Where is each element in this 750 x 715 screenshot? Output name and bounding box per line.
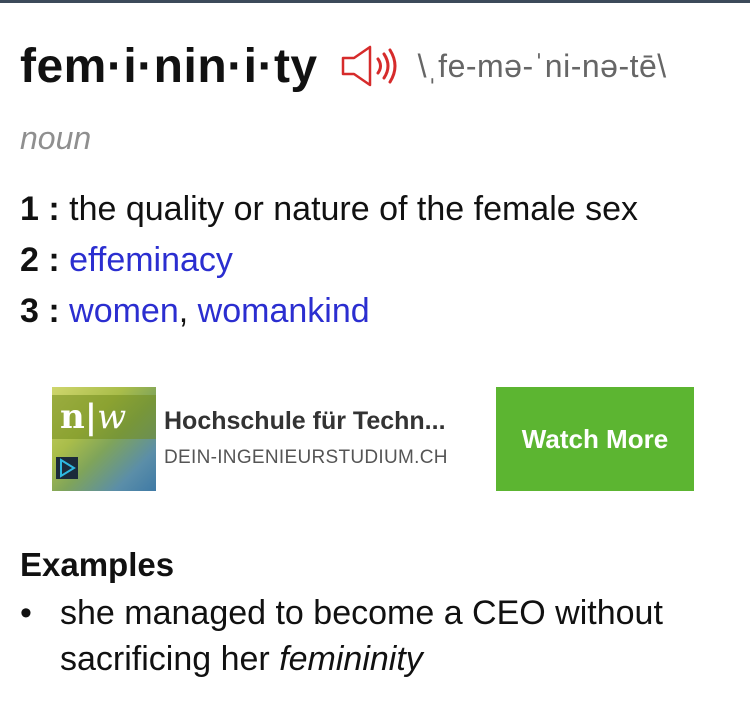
- link-women[interactable]: women: [69, 292, 179, 330]
- definition-number: 3: [20, 292, 39, 330]
- ad-logo-text: n|w: [60, 397, 126, 437]
- definition-2: 2 : effeminacy: [20, 235, 638, 286]
- speaker-icon[interactable]: [340, 44, 400, 88]
- definition-number: 1: [20, 190, 39, 228]
- definition-comma: ,: [178, 292, 198, 330]
- ad-title[interactable]: Hochschule für Techn...: [164, 407, 494, 436]
- definition-list: 1 : the quality or nature of the female …: [20, 184, 638, 337]
- bullet-icon: •: [20, 594, 32, 632]
- definition-1: 1 : the quality or nature of the female …: [20, 184, 638, 235]
- logo-letter-w: w: [97, 397, 127, 437]
- definition-number: 2: [20, 241, 39, 279]
- definition-separator: :: [38, 190, 70, 228]
- examples-heading: Examples: [20, 546, 175, 583]
- pronunciation: \ˌfe-mə-ˈni-nə-tē\: [417, 47, 667, 84]
- headword: fem·i·nin·i·ty: [20, 39, 318, 93]
- example-keyword: femininity: [279, 640, 423, 678]
- watch-more-button[interactable]: Watch More: [496, 387, 694, 491]
- top-divider: [0, 0, 750, 3]
- part-of-speech: noun: [20, 120, 92, 156]
- ad-logo[interactable]: n|w: [52, 387, 156, 491]
- link-effeminacy[interactable]: effeminacy: [69, 241, 233, 279]
- definition-separator: :: [38, 292, 70, 330]
- ad-banner[interactable]: n|w Hochschule für Techn... DEIN-INGENIE…: [52, 387, 696, 491]
- link-womankind[interactable]: womankind: [198, 292, 370, 330]
- headword-row: fem·i·nin·i·ty \ˌfe-mə-ˈni-nə-tē\: [20, 34, 667, 98]
- logo-letter-n: n: [60, 397, 85, 437]
- definition-text: the quality or nature of the female sex: [69, 190, 639, 228]
- ad-url[interactable]: DEIN-INGENIEURSTUDIUM.CH: [164, 447, 448, 469]
- definition-separator: :: [38, 241, 70, 279]
- play-icon[interactable]: [56, 457, 78, 479]
- definition-3: 3 : women, womankind: [20, 286, 638, 337]
- logo-separator: |: [84, 397, 98, 437]
- example-item: • she managed to become a CEO without sa…: [20, 590, 720, 682]
- example-text: she managed to become a CEO without sacr…: [60, 590, 720, 682]
